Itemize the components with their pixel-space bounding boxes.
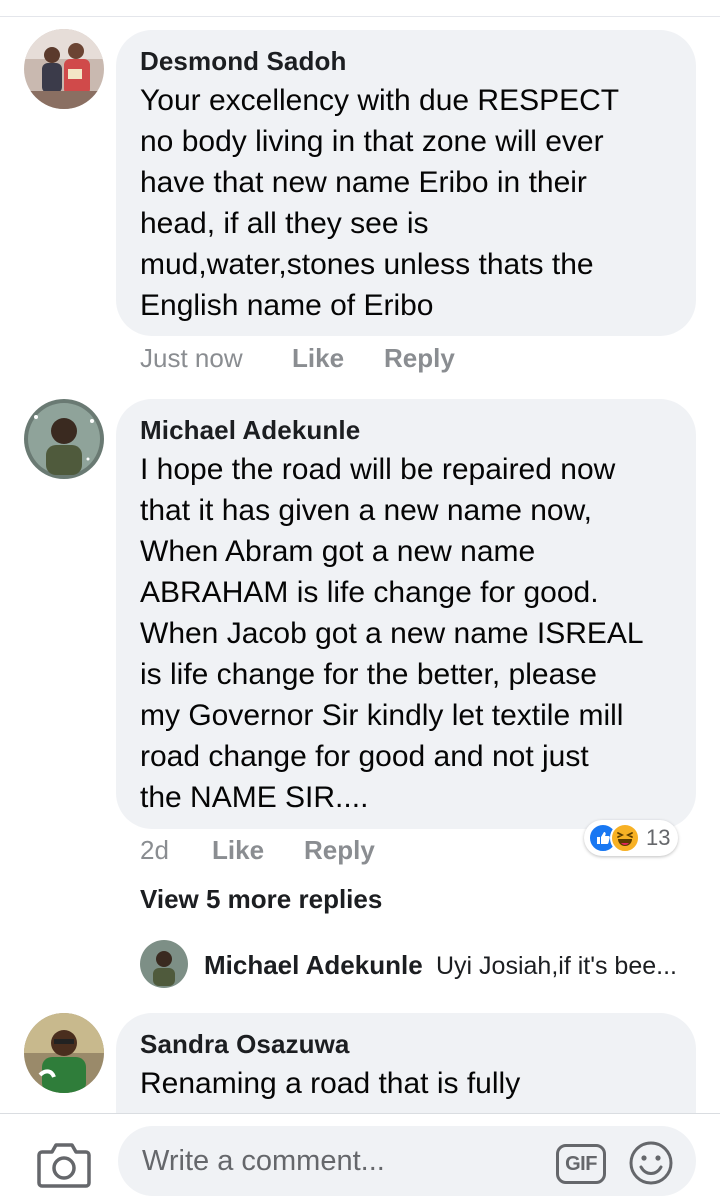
reply-snippet: Uyi Josiah,if it's bee... <box>436 952 677 980</box>
reply-preview[interactable]: Michael Adekunle Uyi Josiah,if it's bee.… <box>140 940 700 988</box>
comment-timestamp[interactable]: 2d <box>140 835 169 866</box>
reply-button[interactable]: Reply <box>384 343 455 374</box>
comment-composer: GIF <box>0 1113 720 1203</box>
reaction-summary[interactable]: 13 <box>584 820 679 856</box>
comment-bubble-2: Michael Adekunle I hope the road will be… <box>116 399 696 829</box>
reaction-count: 13 <box>646 825 671 850</box>
like-button[interactable]: Like <box>292 343 344 374</box>
avatar-desmond-sadoh[interactable] <box>24 29 104 109</box>
comment-author[interactable]: Desmond Sadoh <box>140 46 346 77</box>
reply-button[interactable]: Reply <box>304 835 375 866</box>
gif-button[interactable]: GIF <box>556 1144 606 1184</box>
comment-author[interactable]: Michael Adekunle <box>140 415 360 446</box>
comment-author[interactable]: Sandra Osazuwa <box>140 1029 349 1060</box>
top-divider <box>0 16 720 17</box>
comment-text: Renaming a road that is fully <box>140 1067 521 1100</box>
camera-icon[interactable] <box>36 1140 92 1190</box>
reply-author[interactable]: Michael Adekunle <box>204 950 423 981</box>
view-more-replies-link[interactable]: View 5 more replies <box>140 884 382 915</box>
emoji-icon[interactable] <box>628 1140 674 1186</box>
comment-input[interactable] <box>118 1126 696 1196</box>
avatar-reply-michael-adekunle <box>140 940 188 988</box>
avatar-michael-adekunle[interactable] <box>24 399 104 479</box>
comment-text: I hope the road will be repaired now tha… <box>140 453 644 814</box>
haha-icon <box>610 823 640 853</box>
comment-text: Your excellency with due RESPECT no body… <box>140 84 620 322</box>
avatar-sandra-osazuwa[interactable] <box>24 1013 104 1093</box>
like-button[interactable]: Like <box>212 835 264 866</box>
comment-timestamp[interactable]: Just now <box>140 343 243 374</box>
comment-bubble-1: Desmond Sadoh Your excellency with due R… <box>116 30 696 336</box>
